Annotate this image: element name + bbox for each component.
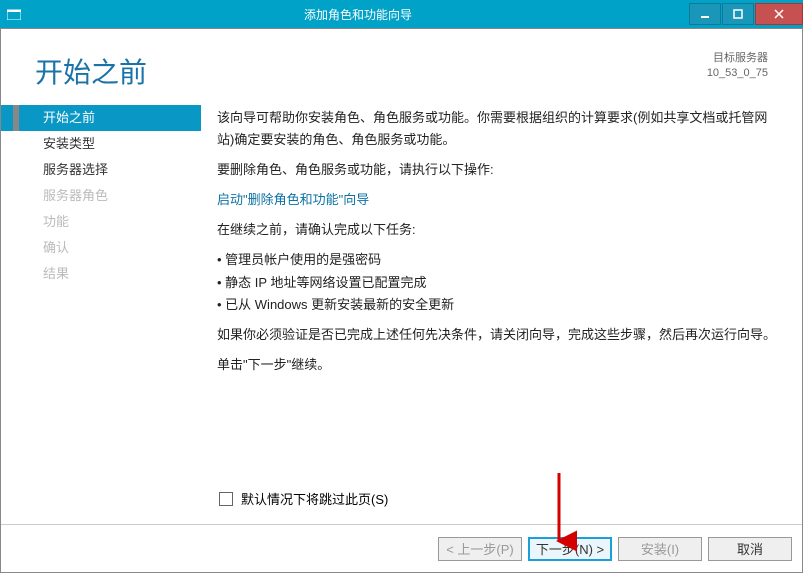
dialog-body: 开始之前 目标服务器 10_53_0_75 开始之前 安装类型 服务器选择 服务… [0,28,803,573]
window-controls [688,3,803,25]
nav-results: 结果 [1,261,201,287]
page-title: 开始之前 [35,51,147,91]
window-title: 添加角色和功能向导 [28,6,688,23]
server-label: 目标服务器 [707,51,768,66]
nav-before-you-begin[interactable]: 开始之前 [1,105,201,131]
close-button[interactable] [755,3,803,25]
header: 开始之前 目标服务器 10_53_0_75 [1,29,802,101]
app-icon [0,8,28,20]
nav-installation-type[interactable]: 安装类型 [1,131,201,157]
skip-row: 默认情况下将跳过此页(S) [219,489,388,508]
intro-text: 该向导可帮助你安装角色、角色服务或功能。你需要根据组织的计算要求(例如共享文档或… [217,107,782,151]
install-button: 安装(I) [618,537,702,561]
nav-server-roles: 服务器角色 [1,183,201,209]
footer: < 上一步(P) 下一步(N) > 安装(I) 取消 [1,524,802,572]
tasks-intro: 在继续之前，请确认完成以下任务: [217,219,782,241]
nav-server-selection[interactable]: 服务器选择 [1,157,201,183]
skip-label: 默认情况下将跳过此页(S) [241,489,388,508]
task-item: 已从 Windows 更新安装最新的安全更新 [217,294,782,316]
content-pane: 该向导可帮助你安装角色、角色服务或功能。你需要根据组织的计算要求(例如共享文档或… [201,101,802,524]
task-item: 管理员帐户使用的是强密码 [217,249,782,271]
task-item: 静态 IP 地址等网络设置已配置完成 [217,272,782,294]
remove-intro: 要删除角色、角色服务或功能，请执行以下操作: [217,159,782,181]
maximize-button[interactable] [722,3,754,25]
titlebar: 添加角色和功能向导 [0,0,803,28]
wizard-nav: 开始之前 安装类型 服务器选择 服务器角色 功能 确认 结果 [1,101,201,524]
continue-text: 单击"下一步"继续。 [217,354,782,376]
next-button[interactable]: 下一步(N) > [528,537,612,561]
middle: 开始之前 安装类型 服务器选择 服务器角色 功能 确认 结果 该向导可帮助你安装… [1,101,802,524]
tasks-list: 管理员帐户使用的是强密码 静态 IP 地址等网络设置已配置完成 已从 Windo… [217,249,782,315]
server-info: 目标服务器 10_53_0_75 [707,51,768,82]
server-name: 10_53_0_75 [707,66,768,81]
skip-checkbox[interactable] [219,492,233,506]
cancel-button[interactable]: 取消 [708,537,792,561]
minimize-button[interactable] [689,3,721,25]
previous-button: < 上一步(P) [438,537,522,561]
nav-confirmation: 确认 [1,235,201,261]
nav-features: 功能 [1,209,201,235]
verify-text: 如果你必须验证是否已完成上述任何先决条件，请关闭向导，完成这些步骤，然后再次运行… [217,324,782,346]
remove-wizard-link[interactable]: 启动"删除角色和功能"向导 [217,192,369,207]
